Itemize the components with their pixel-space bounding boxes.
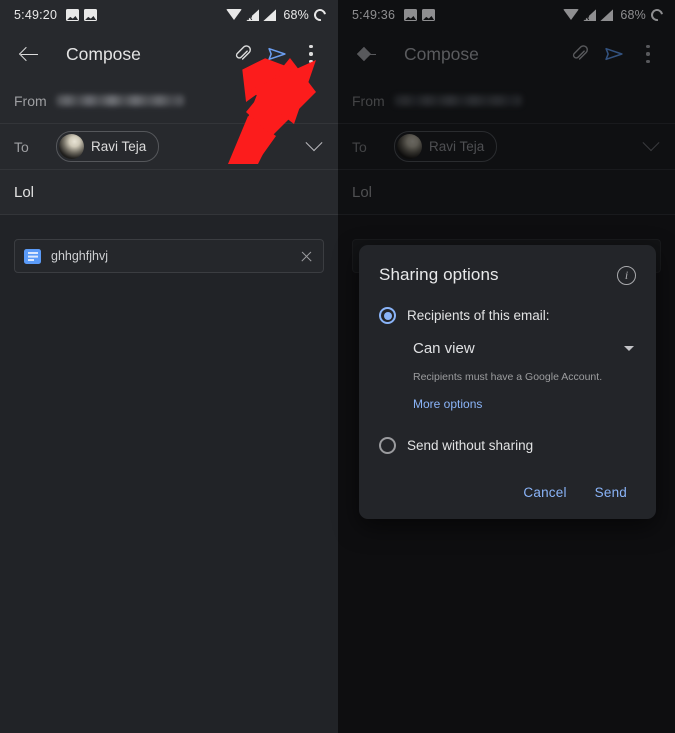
from-email-redacted-right bbox=[394, 95, 522, 106]
info-icon[interactable]: i bbox=[617, 266, 636, 285]
sharing-options-dialog: Sharing options i Recipients of this ema… bbox=[359, 245, 656, 519]
signal-icon bbox=[263, 9, 277, 21]
from-field-row[interactable]: From bbox=[0, 78, 338, 124]
wifi-icon bbox=[226, 9, 243, 20]
more-vert-icon bbox=[646, 45, 650, 63]
from-label-right: From bbox=[352, 92, 385, 109]
chevron-down-icon[interactable] bbox=[305, 133, 323, 151]
signal-icon bbox=[600, 9, 614, 21]
permission-helper-text: Recipients must have a Google Account. bbox=[413, 371, 603, 383]
status-bar: 5:49:20 R 68% bbox=[0, 0, 338, 30]
dialog-actions: Cancel Send bbox=[379, 478, 636, 507]
back-button[interactable] bbox=[12, 37, 46, 71]
dialog-header: Sharing options i bbox=[379, 265, 636, 285]
dialog-title: Sharing options bbox=[379, 265, 499, 284]
cancel-button[interactable]: Cancel bbox=[514, 478, 575, 507]
dual-screenshot-comparison: 5:49:20 R 68% Compose From To Ravi Teja … bbox=[0, 0, 675, 733]
image-icon bbox=[84, 9, 98, 21]
from-label: From bbox=[14, 92, 47, 109]
from-field-row-right[interactable]: From bbox=[338, 78, 675, 124]
send-icon bbox=[603, 43, 625, 65]
page-title-right: Compose bbox=[404, 43, 479, 64]
radio-unselected-icon[interactable] bbox=[379, 437, 396, 454]
from-email-redacted bbox=[56, 95, 184, 106]
status-bar-notification-icons bbox=[66, 9, 98, 21]
recipient-name: Ravi Teja bbox=[91, 139, 147, 154]
battery-percent-label-right: 68% bbox=[620, 8, 646, 22]
status-bar-system-icons: R 68% bbox=[226, 6, 329, 24]
left-screen-compose: 5:49:20 R 68% Compose From To Ravi Teja … bbox=[0, 0, 338, 733]
status-bar-right: 5:49:36 R 68% bbox=[338, 0, 675, 30]
subject-text: Lol bbox=[14, 183, 35, 201]
status-bar-time-right: 5:49:36 bbox=[352, 8, 396, 22]
wifi-icon bbox=[563, 9, 580, 20]
app-bar-right: Compose bbox=[338, 30, 675, 78]
app-bar: Compose bbox=[0, 30, 338, 78]
chevron-down-icon[interactable] bbox=[624, 346, 634, 351]
option-send-without-sharing[interactable]: Send without sharing bbox=[379, 437, 636, 454]
send-icon bbox=[266, 43, 288, 65]
to-field-row-right[interactable]: To Ravi Teja bbox=[338, 124, 675, 170]
recipient-chip-right[interactable]: Ravi Teja bbox=[394, 131, 498, 162]
attach-button[interactable] bbox=[563, 37, 597, 71]
permission-subsection: Can view Recipients must have a Google A… bbox=[379, 340, 636, 411]
subject-field-row-right[interactable]: Lol bbox=[338, 170, 675, 215]
subject-field-row[interactable]: Lol bbox=[0, 170, 338, 215]
attach-button[interactable] bbox=[226, 37, 260, 71]
recipient-name-right: Ravi Teja bbox=[429, 139, 485, 154]
attachment-chip[interactable]: ghhghfjhvj bbox=[14, 239, 324, 273]
overflow-menu-button[interactable] bbox=[631, 37, 665, 71]
chevron-down-icon[interactable] bbox=[642, 133, 660, 151]
option-send-without-sharing-label: Send without sharing bbox=[407, 438, 534, 453]
photos-icon bbox=[66, 9, 80, 21]
battery-percent-label: 68% bbox=[283, 8, 309, 22]
send-button[interactable] bbox=[597, 37, 631, 71]
close-icon[interactable] bbox=[300, 250, 313, 263]
recipient-chip[interactable]: Ravi Teja bbox=[56, 131, 160, 162]
battery-icon bbox=[648, 6, 666, 24]
message-body-area[interactable]: ghhghfjhvj bbox=[0, 215, 338, 733]
page-title: Compose bbox=[66, 43, 141, 64]
more-options-link[interactable]: More options bbox=[413, 397, 636, 411]
battery-icon bbox=[311, 6, 329, 24]
more-vert-icon bbox=[309, 45, 313, 63]
google-docs-icon bbox=[24, 248, 41, 264]
option-recipients-of-this-email[interactable]: Recipients of this email: bbox=[379, 307, 636, 324]
signal-roaming-icon: R bbox=[246, 9, 260, 21]
to-label: To bbox=[14, 138, 29, 155]
status-bar-time: 5:49:20 bbox=[14, 8, 58, 22]
status-bar-system-icons-right: R 68% bbox=[563, 6, 666, 24]
overflow-menu-button[interactable] bbox=[294, 37, 328, 71]
option-recipients-label: Recipients of this email: bbox=[407, 308, 550, 323]
back-button[interactable] bbox=[350, 37, 384, 71]
image-icon bbox=[422, 9, 436, 21]
avatar bbox=[59, 134, 84, 159]
permission-select[interactable]: Can view bbox=[413, 340, 636, 365]
avatar bbox=[397, 134, 422, 159]
to-label-right: To bbox=[352, 138, 367, 155]
photos-icon bbox=[404, 9, 418, 21]
status-bar-notification-icons-right bbox=[404, 9, 436, 21]
radio-selected-icon[interactable] bbox=[379, 307, 396, 324]
paperclip-icon bbox=[570, 44, 590, 64]
subject-text-right: Lol bbox=[352, 183, 373, 201]
send-button[interactable] bbox=[260, 37, 294, 71]
attachment-name: ghhghfjhvj bbox=[51, 249, 108, 263]
to-field-row[interactable]: To Ravi Teja bbox=[0, 124, 338, 170]
send-button-dialog[interactable]: Send bbox=[586, 478, 636, 507]
back-arrow-icon bbox=[20, 46, 38, 63]
back-arrow-icon bbox=[358, 46, 376, 63]
paperclip-icon bbox=[233, 44, 253, 64]
permission-selected-value: Can view bbox=[413, 340, 475, 357]
signal-roaming-icon: R bbox=[583, 9, 597, 21]
